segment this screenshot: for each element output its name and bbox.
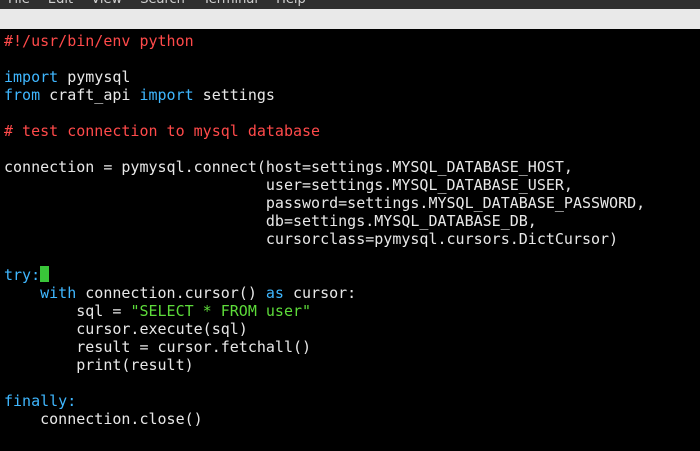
nano-title-bar: GNU nano 4.9.2 dbtest.py: [0, 9, 700, 68]
string-literal: "SELECT * FROM user": [130, 302, 312, 320]
code-line-3: import pymysql: [4, 68, 700, 86]
code-text: connection = pymysql.connect(host=settin…: [4, 158, 573, 176]
code-text: craft_api: [40, 86, 140, 104]
code-text: print(result): [76, 356, 194, 374]
code-line-12: cursorclass=pymysql.cursors.DictCursor): [4, 230, 700, 248]
keyword-try: try:: [4, 266, 41, 284]
keyword-finally: finally:: [4, 392, 77, 410]
code-text: cursor.execute(sql): [76, 320, 248, 338]
code-line-8: connection = pymysql.connect(host=settin…: [4, 158, 700, 176]
code-line-1: #!/usr/bin/env python: [4, 32, 700, 50]
keyword-from: from: [4, 86, 41, 104]
code-line-15: with connection.cursor() as cursor:: [4, 284, 700, 302]
code-line-9: user=settings.MYSQL_DATABASE_USER,: [4, 176, 700, 194]
code-line-19: print(result): [4, 356, 700, 374]
code-line-16: sql = "SELECT * FROM user": [4, 302, 700, 320]
code-text: result = cursor.fetchall(): [76, 338, 312, 356]
code-line-11: db=settings.MYSQL_DATABASE_DB,: [4, 212, 700, 230]
code-line-17: cursor.execute(sql): [4, 320, 700, 338]
code-text: cursor:: [283, 284, 357, 302]
text-cursor: [40, 266, 50, 282]
code-line-22: connection.close(): [4, 410, 700, 428]
shebang: #!/usr/bin/env python: [4, 32, 194, 50]
code-text: pymysql: [58, 68, 131, 86]
keyword-as: as: [265, 284, 284, 302]
code-line-18: result = cursor.fetchall(): [4, 338, 700, 356]
code-text: connection.close(): [40, 410, 203, 428]
code-text: password=settings.MYSQL_DATABASE_PASSWOR…: [4, 194, 646, 212]
code-text: db=settings.MYSQL_DATABASE_DB,: [4, 212, 537, 230]
menu-help[interactable]: Help: [268, 0, 306, 9]
editor-area[interactable]: #!/usr/bin/env python import pymysql fro…: [4, 32, 700, 428]
code-line-21: finally:: [4, 392, 700, 410]
menu-view[interactable]: View: [83, 0, 122, 9]
code-text: user=settings.MYSQL_DATABASE_USER,: [4, 176, 573, 194]
code-text: cursorclass=pymysql.cursors.DictCursor): [4, 230, 619, 248]
menu-terminal[interactable]: Terminal: [195, 0, 258, 9]
menu-bar: File Edit View Search Terminal Help: [0, 0, 700, 9]
code-comment: # test connection to mysql database: [4, 122, 321, 140]
menu-search[interactable]: Search: [132, 0, 185, 9]
code-line-4: from craft_api import settings: [4, 86, 700, 104]
keyword-with: with: [40, 284, 77, 302]
code-text: settings: [193, 86, 275, 104]
keyword-import: import: [139, 86, 194, 104]
code-text: connection.cursor(): [76, 284, 266, 302]
keyword-import: import: [4, 68, 59, 86]
code-line-10: password=settings.MYSQL_DATABASE_PASSWOR…: [4, 194, 700, 212]
menu-file[interactable]: File: [0, 0, 30, 9]
menu-edit[interactable]: Edit: [40, 0, 73, 9]
code-line-6: # test connection to mysql database: [4, 122, 700, 140]
code-line-14: try:: [4, 266, 700, 284]
code-text: sql =: [76, 302, 131, 320]
